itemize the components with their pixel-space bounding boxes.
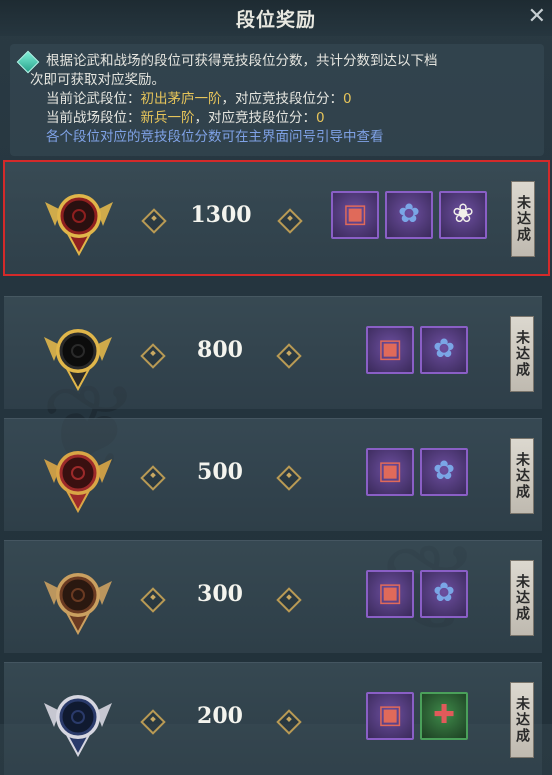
- rank-badge-icon: [41, 180, 117, 257]
- rank-badge-icon: [40, 681, 116, 758]
- reward-tier-row[interactable]: 500 ▣ ✿ 未达成: [4, 418, 542, 531]
- reward-gift-icon[interactable]: ✚: [420, 692, 468, 740]
- reward-tier-row[interactable]: 800 ▣ ✿ 未达成: [4, 296, 542, 409]
- reward-tier-row[interactable]: 300 ▣ ✿ 未达成: [4, 540, 542, 653]
- tier-status-badge: 未达成: [510, 316, 534, 392]
- diamond-ornament-icon: [140, 343, 166, 369]
- reward-items: ▣ ✚: [366, 692, 468, 740]
- reward-panda-icon[interactable]: ❀: [439, 191, 487, 239]
- diamond-ornament-icon: [276, 343, 302, 369]
- reward-pouch-icon[interactable]: ✿: [420, 448, 468, 496]
- tier-score: 500: [197, 459, 243, 485]
- lunwu-label: 当前论武段位：: [46, 91, 141, 107]
- tier-score: 800: [197, 337, 243, 363]
- score-guide-link[interactable]: 各个段位对应的竞技段位分数可在主界面问号引导中查看: [46, 128, 384, 147]
- tier-status-badge: 未达成: [511, 181, 535, 257]
- diamond-ornament-icon: [141, 208, 167, 234]
- rank-badge-icon: [40, 315, 116, 392]
- window-title: 段位奖励: [235, 8, 316, 31]
- reward-chest-icon[interactable]: ▣: [366, 448, 414, 496]
- tier-score: 1300: [190, 202, 252, 228]
- battlefield-score-label: ，对应竞技段位分：: [194, 110, 317, 126]
- reward-items: ▣ ✿: [366, 570, 468, 618]
- lunwu-score-label: ，对应竞技段位分：: [221, 91, 344, 107]
- reward-chest-icon[interactable]: ▣: [331, 191, 379, 239]
- diamond-ornament-icon: [276, 465, 302, 491]
- lunwu-score-value: 0: [343, 91, 352, 107]
- diamond-gem-icon: [16, 50, 40, 74]
- reward-chest-icon[interactable]: ▣: [366, 570, 414, 618]
- battlefield-rank-value: 新兵一阶: [140, 110, 195, 126]
- tier-status-badge: 未达成: [510, 560, 534, 636]
- rank-badge-icon: [40, 559, 116, 636]
- tier-status-badge: 未达成: [510, 438, 534, 514]
- tier-score: 300: [197, 581, 243, 607]
- current-battlefield-rank-line: 当前战场段位：新兵一阶，对应竞技段位分：0: [46, 109, 325, 128]
- reward-tier-row[interactable]: 200 ▣ ✚ 未达成: [4, 662, 542, 775]
- title-bar: 段位奖励 ✕: [0, 0, 552, 36]
- battlefield-score-value: 0: [316, 110, 325, 126]
- info-panel: 根据论武和战场的段位可获得竞技段位分数，共计分数到达以下档 次即可获取对应奖励。…: [10, 44, 544, 156]
- current-lunwu-rank-line: 当前论武段位：初出茅庐一阶，对应竞技段位分：0: [46, 90, 352, 109]
- rank-badge-icon: [40, 437, 116, 514]
- reward-tier-row[interactable]: 1300 ▣ ✿ ❀ 未达成: [3, 160, 550, 276]
- reward-items: ▣ ✿ ❀: [331, 191, 487, 239]
- lunwu-rank-value: 初出茅庐一阶: [140, 91, 222, 107]
- reward-pouch-icon[interactable]: ✿: [385, 191, 433, 239]
- diamond-ornament-icon: [140, 709, 166, 735]
- reward-pouch-icon[interactable]: ✿: [420, 570, 468, 618]
- reward-chest-icon[interactable]: ▣: [366, 692, 414, 740]
- close-icon[interactable]: ✕: [528, 4, 546, 29]
- tier-status-badge: 未达成: [510, 682, 534, 758]
- diamond-ornament-icon: [140, 465, 166, 491]
- tier-score: 200: [197, 703, 243, 729]
- reward-items: ▣ ✿: [366, 448, 468, 496]
- diamond-ornament-icon: [277, 208, 303, 234]
- reward-pouch-icon[interactable]: ✿: [420, 326, 468, 374]
- info-description-line2: 次即可获取对应奖励。: [30, 72, 165, 88]
- diamond-ornament-icon: [276, 709, 302, 735]
- battlefield-label: 当前战场段位：: [46, 110, 141, 126]
- reward-items: ▣ ✿: [366, 326, 468, 374]
- diamond-ornament-icon: [276, 587, 302, 613]
- diamond-ornament-icon: [140, 587, 166, 613]
- info-description-line1: 根据论武和战场的段位可获得竞技段位分数，共计分数到达以下档: [46, 53, 438, 69]
- reward-chest-icon[interactable]: ▣: [366, 326, 414, 374]
